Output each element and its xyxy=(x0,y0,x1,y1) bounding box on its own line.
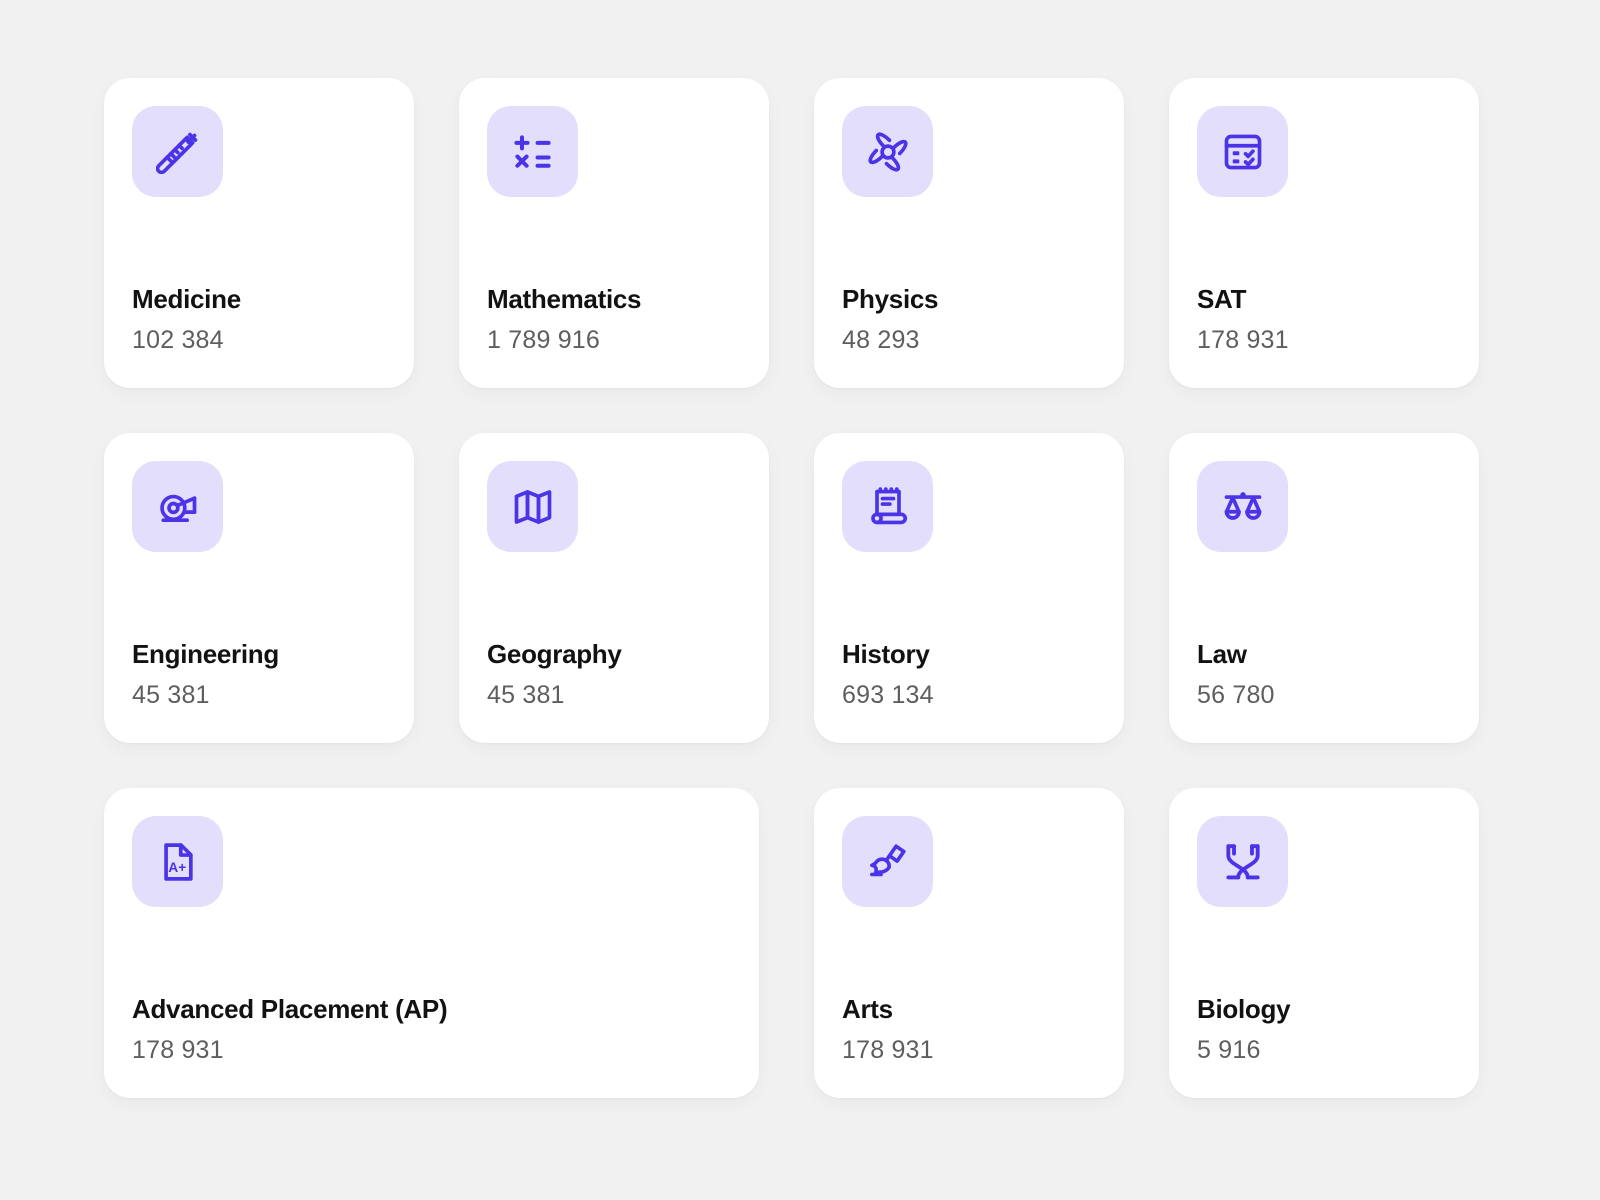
subject-card-physics[interactable]: Physics 48 293 xyxy=(814,78,1124,388)
dna-icon xyxy=(1221,840,1265,884)
subject-card-text: Arts 178 931 xyxy=(842,995,934,1064)
svg-text:A+: A+ xyxy=(168,859,186,874)
subject-title: Arts xyxy=(842,993,893,1024)
subject-count: 48 293 xyxy=(842,325,920,354)
subject-card-text: Law 56 780 xyxy=(1197,640,1275,709)
subject-card-text: Physics 48 293 xyxy=(842,285,938,354)
subject-title: Law xyxy=(1197,638,1247,669)
subject-count: 102 384 xyxy=(132,325,224,354)
subject-count: 56 780 xyxy=(1197,680,1275,709)
subject-title: History xyxy=(842,638,930,669)
subject-title: Biology xyxy=(1197,993,1291,1024)
subject-title: Physics xyxy=(842,283,939,314)
subject-card-medicine[interactable]: Medicine 102 384 xyxy=(104,78,414,388)
subject-card-text: Geography 45 381 xyxy=(487,640,622,709)
scales-icon xyxy=(1221,485,1265,529)
subject-card-text: Biology 5 916 xyxy=(1197,993,1291,1064)
subject-title: Mathematics xyxy=(487,283,642,314)
subject-count: 1 789 916 xyxy=(487,325,601,354)
subject-card-text: History 693 134 xyxy=(842,640,934,709)
map-icon-badge xyxy=(487,461,578,552)
subject-title: SAT xyxy=(1197,283,1247,314)
subject-card-sat[interactable]: SAT 178 931 xyxy=(1169,78,1479,388)
subject-count: 693 134 xyxy=(842,680,934,709)
subject-count: 5 916 xyxy=(1197,1035,1261,1064)
math-ops-icon-badge xyxy=(487,106,578,197)
subject-title: Advanced Placement (AP) xyxy=(132,993,448,1024)
subject-card-history[interactable]: History 693 134 xyxy=(814,433,1124,743)
subject-card-biology[interactable]: Biology 5 916 xyxy=(1169,788,1479,1098)
scroll-icon-badge xyxy=(842,461,933,552)
paintbrush-icon-badge xyxy=(842,816,933,907)
subject-card-text: Advanced Placement (AP) 178 931 xyxy=(132,993,448,1064)
syringe-icon xyxy=(155,130,200,174)
subject-card-text: SAT 178 931 xyxy=(1197,285,1289,354)
subject-card-text: Medicine 102 384 xyxy=(132,285,241,354)
subject-card-grid: Medicine 102 384 Mathematics 1 789 916 Phy… xyxy=(104,78,1496,1098)
dna-icon-badge xyxy=(1197,816,1288,907)
scroll-icon xyxy=(866,485,910,529)
subject-count: 45 381 xyxy=(132,680,210,709)
syringe-icon-badge xyxy=(132,106,223,197)
subject-count: 178 931 xyxy=(132,1035,224,1064)
paintbrush-icon xyxy=(866,840,910,884)
subject-card-law[interactable]: Law 56 780 xyxy=(1169,433,1479,743)
subject-card-geography[interactable]: Geography 45 381 xyxy=(459,433,769,743)
grade-doc-icon-badge: A+ xyxy=(132,816,223,907)
subject-card-engineering[interactable]: Engineering 45 381 xyxy=(104,433,414,743)
subject-title: Medicine xyxy=(132,283,241,314)
map-icon xyxy=(511,485,555,529)
subject-count: 45 381 xyxy=(487,680,565,709)
grade-doc-icon: A+ xyxy=(156,840,200,884)
subject-card-text: Engineering 45 381 xyxy=(132,640,279,709)
subject-card-math[interactable]: Mathematics 1 789 916 xyxy=(459,78,769,388)
subject-title: Geography xyxy=(487,638,622,669)
scales-icon-badge xyxy=(1197,461,1288,552)
turbine-icon-badge xyxy=(132,461,223,552)
subject-card-ap[interactable]: A+ Advanced Placement (AP) 178 931 xyxy=(104,788,759,1098)
atom-icon xyxy=(866,130,910,174)
subject-card-arts[interactable]: Arts 178 931 xyxy=(814,788,1124,1098)
test-form-icon-badge xyxy=(1197,106,1288,197)
subject-count: 178 931 xyxy=(1197,325,1289,354)
atom-icon-badge xyxy=(842,106,933,197)
subject-title: Engineering xyxy=(132,638,279,669)
subject-card-board: Medicine 102 384 Mathematics 1 789 916 Phy… xyxy=(0,0,1600,1200)
turbine-icon xyxy=(156,485,200,529)
math-ops-icon xyxy=(511,130,555,174)
test-form-icon xyxy=(1221,130,1265,174)
subject-card-text: Mathematics 1 789 916 xyxy=(487,283,642,354)
subject-count: 178 931 xyxy=(842,1035,934,1064)
